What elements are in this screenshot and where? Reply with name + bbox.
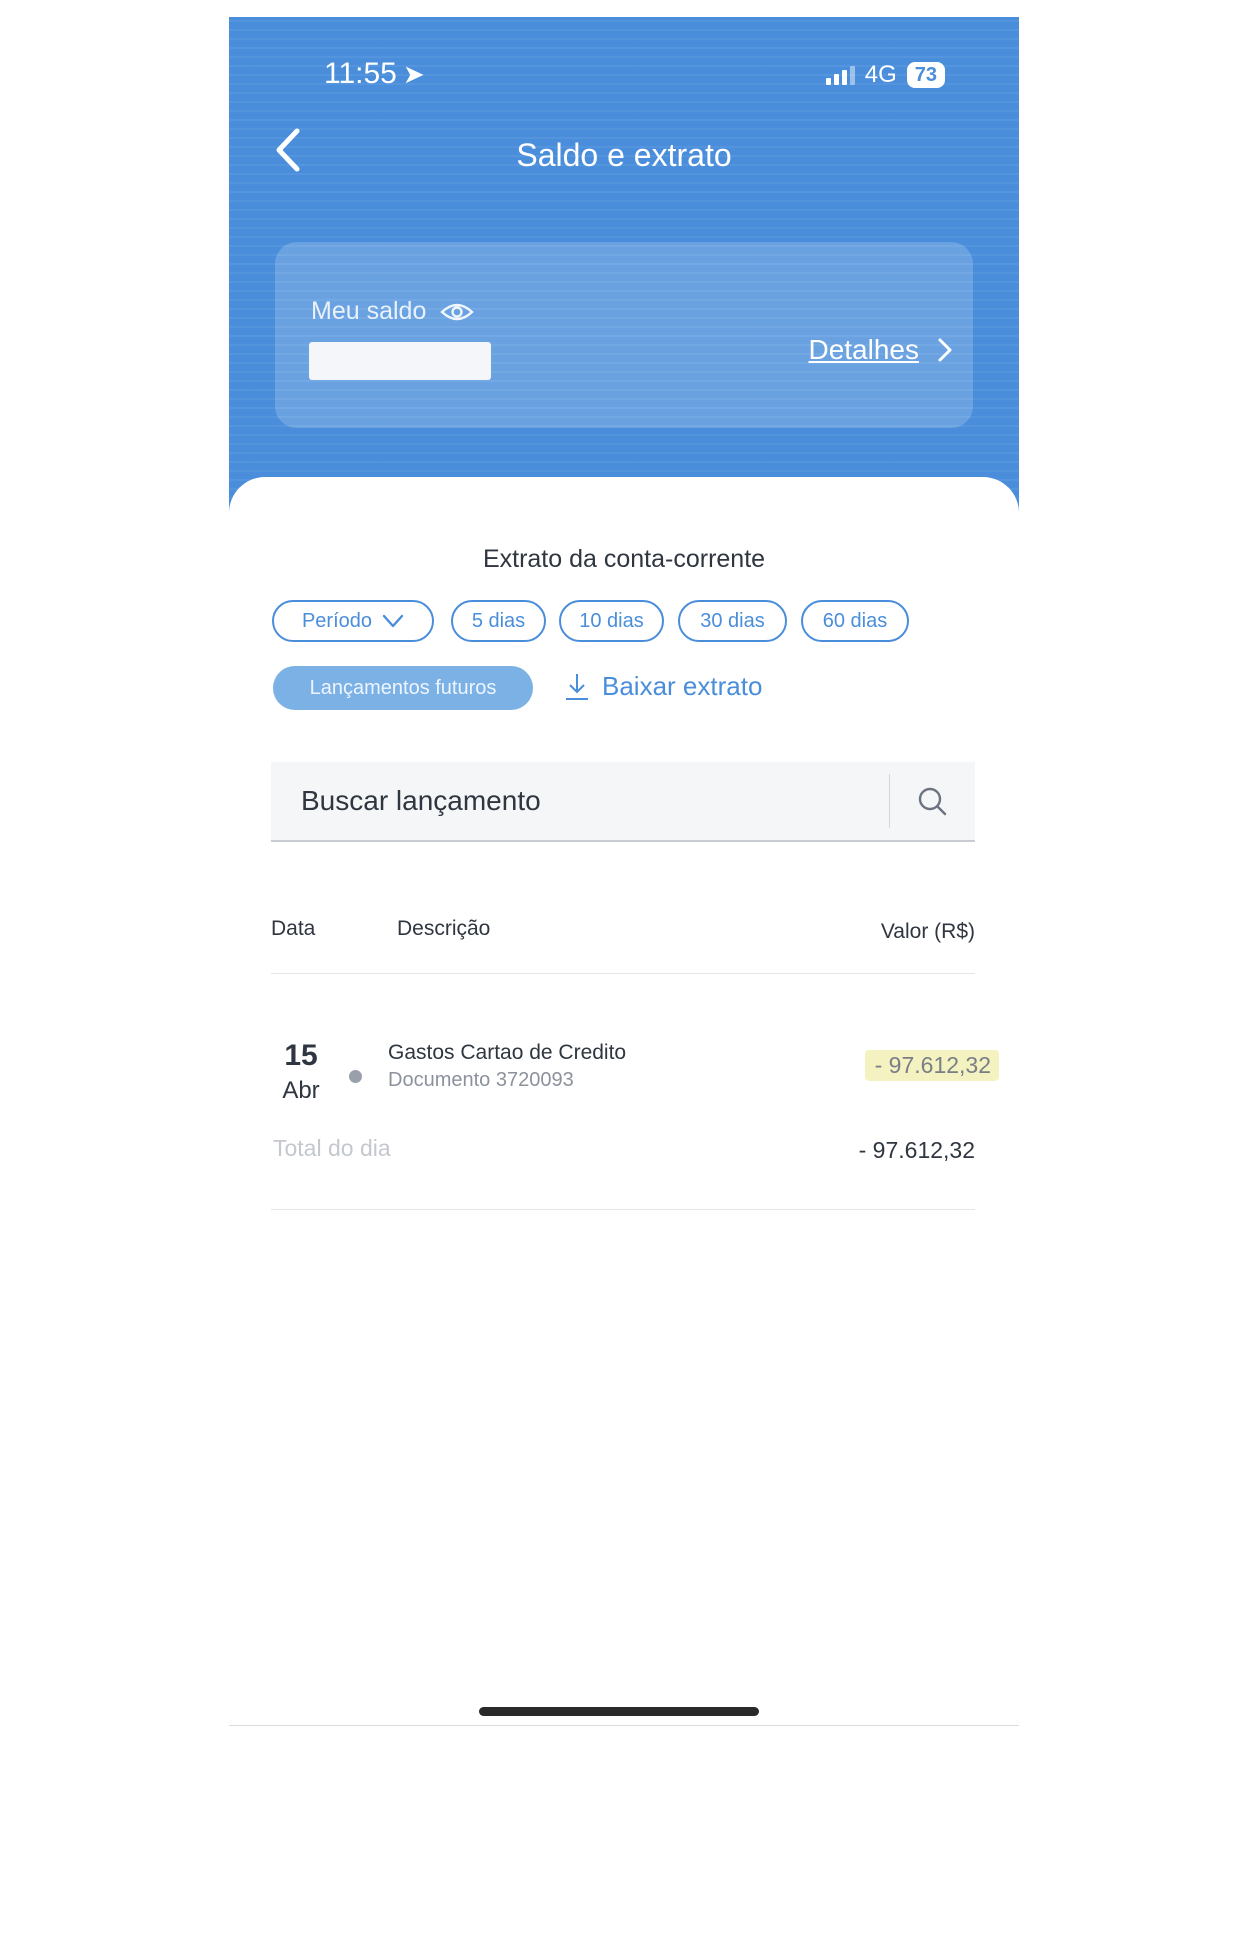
daily-total-label: Total do dia [273,1135,391,1161]
battery-indicator: 73 [906,62,945,88]
download-label: Baixar extrato [602,671,763,701]
transaction-month: Abr [282,1077,320,1104]
balance-label: Meu saldo [311,297,475,326]
hidden-balance-value [309,342,491,380]
balance-label-text: Meu saldo [311,297,427,325]
home-indicator[interactable] [479,1707,759,1716]
transaction-day: 15 [284,1039,318,1072]
filter-60-days[interactable]: 60 dias [801,600,909,642]
future-entries-button[interactable]: Lançamentos futuros [273,666,533,710]
filter-10-days[interactable]: 10 dias [559,600,664,642]
transaction-title: Gastos Cartao de Credito [388,1041,627,1064]
screen-bottom-edge [229,1725,1019,1726]
header: 11:55➤ 4G 73 Saldo e extrato Meu saldo [229,17,1019,517]
location-arrow-icon: ➤ [402,59,425,89]
status-time-text: 11:55 [324,57,397,90]
statement-sheet: Extrato da conta-corrente [229,477,1019,1725]
download-icon [566,673,588,700]
column-header-date: Data [271,917,316,940]
details-link[interactable]: Detalhes [808,334,953,366]
page-title: Saldo e extrato [516,137,732,173]
network-label: 4G [864,61,897,88]
status-bar-indicators: 4G 73 [825,61,945,89]
period-label: Período [301,609,373,632]
phone-screen: 11:55➤ 4G 73 Saldo e extrato Meu saldo [229,17,1019,1725]
statement-title: Extrato da conta-corrente [482,545,766,573]
transaction-document: Documento 3720093 [388,1069,574,1091]
search-box [271,762,975,842]
filter-30-days[interactable]: 30 dias [678,600,787,642]
column-header-value: Valor (R$) [880,920,975,943]
search-divider [889,774,890,828]
header-divider [271,973,975,974]
daily-total-amount: - 97.612,32 [858,1137,975,1163]
status-bar-time: 11:55 ➤ [324,57,425,91]
filter-5-days[interactable]: 5 dias [451,600,546,642]
chevron-right-icon [938,338,952,362]
timeline-dot [349,1070,362,1083]
chevron-down-icon [382,614,404,628]
signal-bars-icon [825,65,855,85]
search-input[interactable] [271,762,881,840]
column-header-description: Descrição [397,917,491,940]
total-divider [271,1209,975,1210]
balance-card: Meu saldo Detalhes [275,242,973,428]
download-statement-link[interactable]: Baixar extrato [564,671,762,702]
details-label: Detalhes [808,334,919,365]
eye-icon[interactable] [440,301,475,323]
search-icon[interactable] [911,780,955,824]
transaction-amount: - 97.612,32 [864,1050,999,1081]
period-dropdown[interactable]: Período [272,600,434,642]
